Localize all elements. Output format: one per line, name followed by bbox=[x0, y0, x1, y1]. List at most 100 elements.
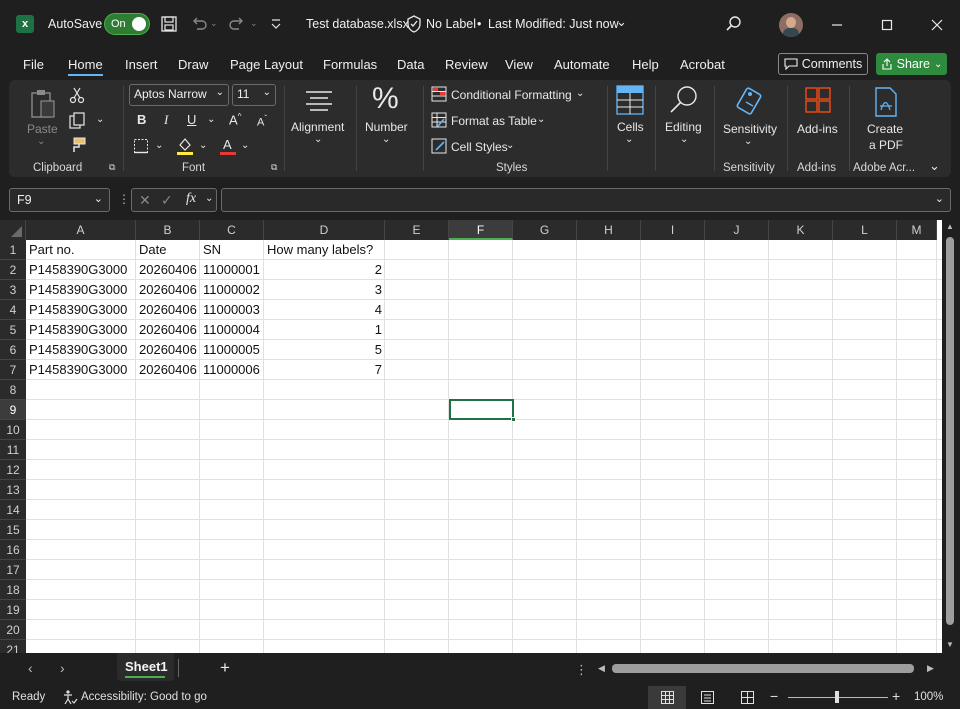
row-header[interactable]: 11 bbox=[0, 440, 26, 460]
page-layout-view-icon[interactable] bbox=[701, 691, 714, 704]
insert-function-icon[interactable]: fx bbox=[186, 191, 196, 207]
column-header[interactable]: H bbox=[577, 220, 641, 240]
column-header[interactable]: G bbox=[513, 220, 577, 240]
editing-button[interactable]: Editing bbox=[665, 120, 702, 134]
cell[interactable]: 11000001 bbox=[203, 260, 260, 280]
cells-button[interactable]: Cells bbox=[617, 120, 644, 134]
select-all-corner[interactable] bbox=[0, 220, 26, 240]
search-icon[interactable] bbox=[725, 15, 743, 33]
create-pdf-icon[interactable] bbox=[873, 86, 899, 118]
cancel-formula-icon[interactable]: ✕ bbox=[139, 192, 151, 209]
more-options-icon[interactable]: ⋮ bbox=[575, 662, 588, 678]
column-header[interactable]: L bbox=[833, 220, 897, 240]
column-header[interactable]: C bbox=[200, 220, 264, 240]
scroll-left-icon[interactable]: ◀ bbox=[598, 663, 605, 674]
font-name-select[interactable]: Aptos Narrow ⌄ bbox=[129, 84, 229, 106]
chevron-down-icon[interactable]: ⌄ bbox=[199, 140, 207, 151]
undo-dropdown-icon[interactable]: ⌄ bbox=[210, 18, 218, 29]
autosave-toggle[interactable]: On bbox=[104, 13, 150, 35]
accessibility-status[interactable]: Accessibility: Good to go bbox=[81, 691, 207, 703]
create-pdf-line2[interactable]: a PDF bbox=[869, 138, 903, 152]
cell[interactable]: 20260406 bbox=[139, 340, 197, 360]
row-header[interactable]: 4 bbox=[0, 300, 26, 320]
column-header[interactable]: E bbox=[385, 220, 449, 240]
chevron-down-icon[interactable]: ⌄ bbox=[314, 134, 322, 145]
cell[interactable]: 20260406 bbox=[139, 360, 197, 380]
row-header[interactable]: 1 bbox=[0, 240, 26, 260]
cell[interactable]: P1458390G3000 bbox=[29, 260, 127, 280]
cell[interactable]: Part no. bbox=[29, 240, 75, 260]
cell[interactable]: 11000004 bbox=[203, 320, 260, 340]
row-header[interactable]: 2 bbox=[0, 260, 26, 280]
redo-icon[interactable] bbox=[228, 15, 246, 33]
row-header[interactable]: 13 bbox=[0, 480, 26, 500]
row-header[interactable]: 15 bbox=[0, 520, 26, 540]
row-header[interactable]: 16 bbox=[0, 540, 26, 560]
add-ins-icon[interactable] bbox=[804, 86, 832, 114]
cell[interactable]: 1 bbox=[264, 320, 385, 340]
row-header[interactable]: 5 bbox=[0, 320, 26, 340]
page-break-view-icon[interactable] bbox=[741, 691, 754, 704]
cell[interactable]: P1458390G3000 bbox=[29, 340, 127, 360]
more-options-icon[interactable]: ⋮ bbox=[118, 192, 130, 206]
italic-button[interactable]: I bbox=[164, 112, 168, 128]
normal-view-button[interactable] bbox=[648, 686, 686, 709]
save-icon[interactable] bbox=[160, 15, 178, 33]
borders-icon[interactable] bbox=[133, 138, 149, 154]
chevron-down-icon[interactable]: ⌄ bbox=[616, 14, 627, 30]
prev-sheet-icon[interactable]: ‹ bbox=[28, 660, 33, 676]
row-header[interactable]: 7 bbox=[0, 360, 26, 380]
cell[interactable]: 7 bbox=[264, 360, 385, 380]
format-painter-icon[interactable] bbox=[69, 136, 87, 154]
chevron-down-icon[interactable]: ⌄ bbox=[744, 136, 752, 147]
chevron-down-icon[interactable]: ⌄ bbox=[96, 114, 104, 125]
tab-review[interactable]: Review bbox=[445, 57, 488, 72]
cell[interactable]: P1458390G3000 bbox=[29, 280, 127, 300]
cell[interactable]: 11000002 bbox=[203, 280, 260, 300]
tab-draw[interactable]: Draw bbox=[178, 57, 208, 72]
sheet-tab-sheet1[interactable]: Sheet1 bbox=[117, 653, 174, 681]
tab-insert[interactable]: Insert bbox=[125, 57, 158, 72]
column-header[interactable]: I bbox=[641, 220, 705, 240]
row-header[interactable]: 3 bbox=[0, 280, 26, 300]
paste-icon[interactable] bbox=[29, 88, 57, 120]
column-header[interactable]: K bbox=[769, 220, 833, 240]
cell[interactable]: P1458390G3000 bbox=[29, 300, 127, 320]
tab-view[interactable]: View bbox=[505, 57, 533, 72]
comments-button[interactable]: Comments bbox=[778, 53, 868, 75]
name-box[interactable]: F9 ⌄ bbox=[9, 188, 110, 212]
cell[interactable]: 11000003 bbox=[203, 300, 260, 320]
cell[interactable]: 11000005 bbox=[203, 340, 260, 360]
add-sheet-button[interactable]: + bbox=[220, 658, 230, 678]
zoom-out-button[interactable]: − bbox=[770, 688, 778, 704]
conditional-formatting-button[interactable]: Conditional Formatting bbox=[451, 88, 572, 102]
cut-icon[interactable] bbox=[69, 86, 85, 104]
file-name[interactable]: Test database.xlsx bbox=[306, 17, 409, 31]
avatar[interactable] bbox=[779, 13, 803, 37]
row-header[interactable]: 6 bbox=[0, 340, 26, 360]
zoom-level[interactable]: 100% bbox=[914, 691, 943, 703]
row-header[interactable]: 18 bbox=[0, 580, 26, 600]
cell[interactable]: 3 bbox=[264, 280, 385, 300]
fill-color-icon[interactable] bbox=[176, 136, 194, 156]
row-header[interactable]: 10 bbox=[0, 420, 26, 440]
cells-icon[interactable] bbox=[615, 84, 645, 116]
row-header[interactable]: 19 bbox=[0, 600, 26, 620]
chevron-down-icon[interactable]: ⌄ bbox=[506, 140, 514, 151]
alignment-button[interactable]: Alignment bbox=[291, 120, 344, 134]
sensitivity-icon[interactable] bbox=[735, 84, 765, 118]
chevron-down-icon[interactable]: ⌄ bbox=[207, 114, 215, 125]
share-button[interactable]: Share ⌄ bbox=[876, 53, 947, 75]
alignment-icon[interactable] bbox=[304, 88, 334, 116]
worksheet-grid[interactable]: ABCDEFGHIJKLM 1 2 3 4 5 6 7 8 9 10 11 12 13 14 15 16 17 1… bbox=[0, 220, 942, 653]
vertical-scroll-thumb[interactable] bbox=[946, 237, 954, 625]
editing-search-icon[interactable] bbox=[668, 84, 700, 118]
row-header[interactable]: 12 bbox=[0, 460, 26, 480]
redo-dropdown-icon[interactable]: ⌄ bbox=[250, 18, 258, 29]
row-header[interactable]: 9 bbox=[0, 400, 26, 420]
chevron-down-icon[interactable]: ⌄ bbox=[537, 114, 545, 125]
horizontal-scroll-thumb[interactable] bbox=[612, 664, 914, 673]
column-header[interactable]: J bbox=[705, 220, 769, 240]
last-modified[interactable]: Last Modified: Just now bbox=[488, 17, 619, 31]
collapse-ribbon-icon[interactable]: ⌄ bbox=[929, 158, 940, 174]
